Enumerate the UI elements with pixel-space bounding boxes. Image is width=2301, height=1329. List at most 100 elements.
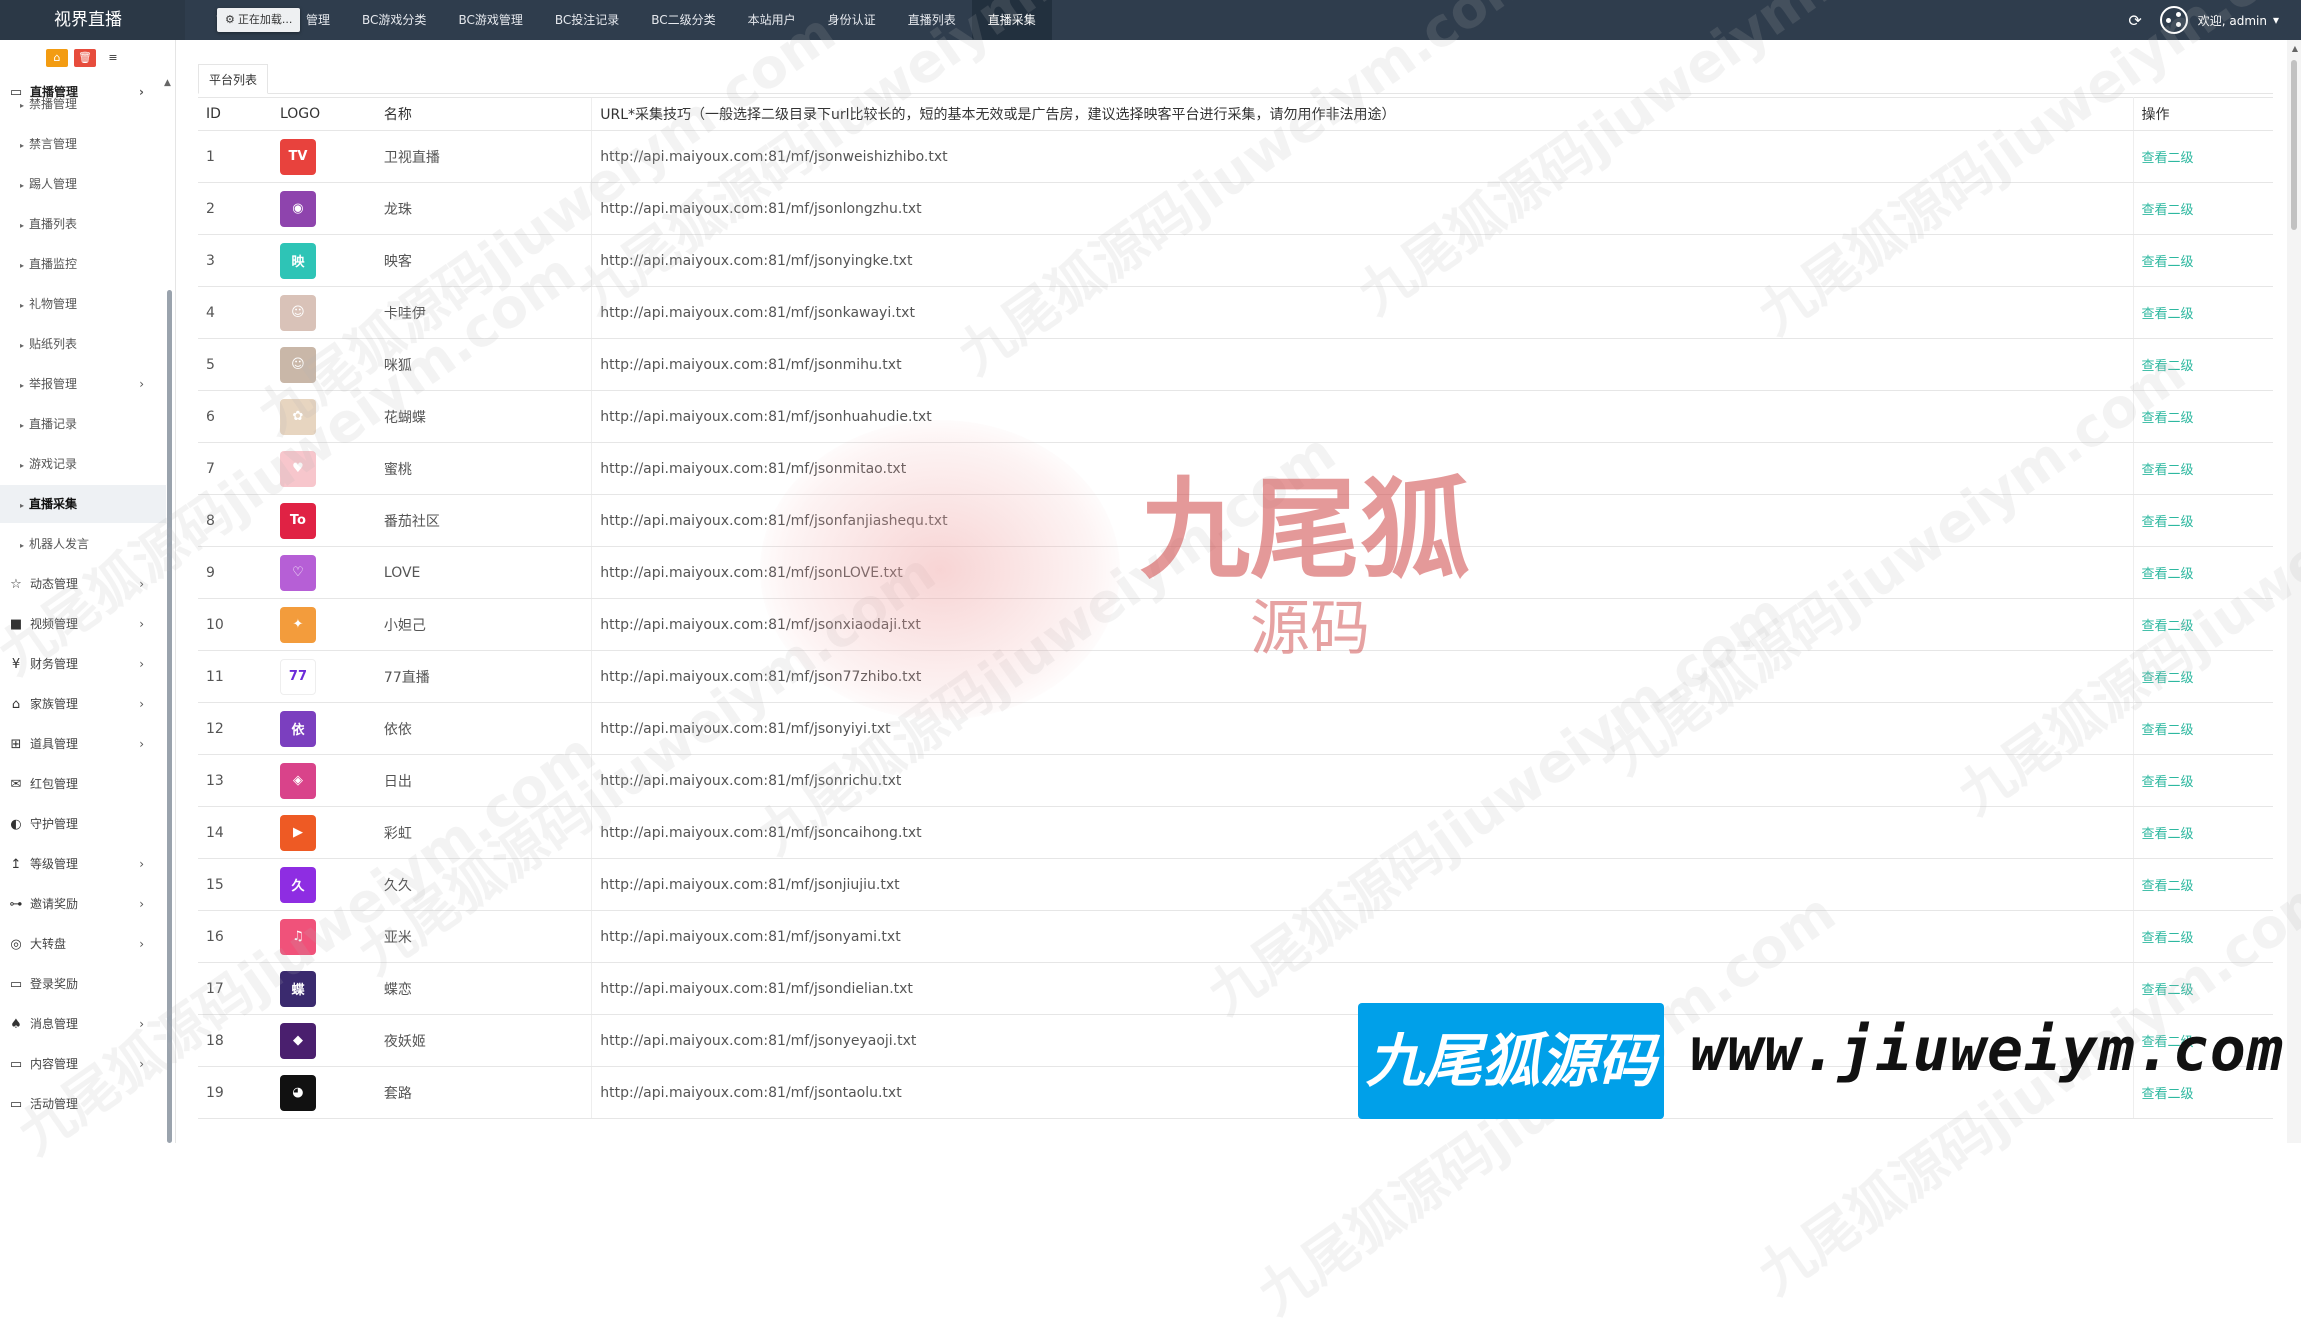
- sidebar-group[interactable]: ⊞ 道具管理 ›: [0, 725, 166, 763]
- cell-url: http://api.maiyoux.com:81/mf/jsoncaihong…: [591, 806, 2134, 859]
- cell-logo: ◆: [271, 1014, 376, 1067]
- sidebar-subitem[interactable]: 直播记录: [0, 405, 166, 443]
- sidebar-item-label: 等级管理: [30, 857, 79, 871]
- sidebar-subitem[interactable]: 机器人发言: [0, 525, 166, 563]
- view-secondary-link[interactable]: 查看二级: [2142, 359, 2194, 374]
- view-secondary-link[interactable]: 查看二级: [2142, 567, 2194, 582]
- sidebar-subitem[interactable]: 直播列表: [0, 205, 166, 243]
- app-title[interactable]: 视界直播: [0, 0, 185, 40]
- page-scrollbar-thumb[interactable]: [2291, 60, 2297, 230]
- sidebar-item-label: 禁播管理: [29, 97, 78, 111]
- sidebar-group[interactable]: ▭ 登录奖励: [0, 965, 166, 1003]
- group-icon: ♠: [10, 1017, 22, 1032]
- cell-name: 久久: [375, 858, 592, 911]
- nav-item[interactable]: BC游戏分类: [346, 0, 442, 40]
- sidebar-subitem[interactable]: 直播采集: [0, 485, 166, 523]
- sidebar-group[interactable]: ■ 视频管理 ›: [0, 605, 166, 643]
- user-avatar-icon[interactable]: [2159, 6, 2188, 34]
- delete-icon[interactable]: 🗑: [74, 49, 96, 67]
- view-secondary-link[interactable]: 查看二级: [2142, 931, 2194, 946]
- nav-item[interactable]: 直播列表: [892, 0, 972, 40]
- cell-op: 查看二级: [2133, 702, 2273, 755]
- sidebar-group[interactable]: ◎ 大转盘 ›: [0, 925, 166, 963]
- group-icon: ■: [9, 617, 23, 632]
- cell-op: 查看二级: [2133, 442, 2273, 495]
- group-icon: ¥: [11, 657, 21, 672]
- col-header-logo: LOGO: [271, 97, 376, 131]
- view-secondary-link[interactable]: 查看二级: [2142, 307, 2194, 322]
- platform-logo: ☺: [279, 346, 316, 383]
- nav-item[interactable]: 直播采集: [971, 0, 1052, 40]
- sidebar-item-label: 直播记录: [29, 417, 78, 431]
- view-secondary-link[interactable]: 查看二级: [2142, 983, 2194, 998]
- sidebar-group[interactable]: ▭ 内容管理 ›: [0, 1045, 166, 1083]
- sidebar-subitem[interactable]: 禁言管理: [0, 125, 166, 163]
- view-secondary-link[interactable]: 查看二级: [2142, 255, 2194, 270]
- sidebar-group[interactable]: ☆ 动态管理 ›: [0, 565, 166, 603]
- view-secondary-link[interactable]: 查看二级: [2142, 1087, 2194, 1102]
- group-icon: ▭: [9, 1097, 23, 1112]
- view-secondary-link[interactable]: 查看二级: [2142, 619, 2194, 634]
- sidebar-group[interactable]: ◐ 守护管理: [0, 805, 166, 843]
- nav-item[interactable]: BC游戏管理: [442, 0, 538, 40]
- cell-logo: 77: [271, 650, 376, 703]
- sidebar-group[interactable]: ▭ 活动管理: [0, 1085, 166, 1123]
- sidebar-group[interactable]: ↥ 等级管理 ›: [0, 845, 166, 883]
- nav-item[interactable]: 身份认证: [812, 0, 892, 40]
- cell-op: 查看二级: [2133, 650, 2273, 703]
- sidebar-subitem[interactable]: 直播监控: [0, 245, 166, 283]
- sidebar-group[interactable]: ⌂ 家族管理 ›: [0, 685, 166, 723]
- cell-logo: 映: [271, 234, 376, 287]
- sidebar-subitem[interactable]: 游戏记录: [0, 445, 166, 483]
- view-secondary-link[interactable]: 查看二级: [2142, 879, 2194, 894]
- cell-logo: ☺: [271, 286, 376, 339]
- view-secondary-link[interactable]: 查看二级: [2142, 775, 2194, 790]
- sidebar-subitem[interactable]: 举报管理 ›: [0, 365, 166, 403]
- scroll-up-icon[interactable]: ▲: [2292, 44, 2298, 53]
- sidebar-subitem[interactable]: 贴纸列表: [0, 325, 166, 363]
- view-secondary-link[interactable]: 查看二级: [2142, 723, 2194, 738]
- cell-logo: ♫: [271, 910, 376, 963]
- cell-url: http://api.maiyoux.com:81/mf/jsonLOVE.tx…: [591, 546, 2134, 599]
- view-secondary-link[interactable]: 查看二级: [2142, 411, 2194, 426]
- sidebar-item-label: 红包管理: [30, 777, 79, 791]
- table-row: 3 映 映客 http://api.maiyoux.com:81/mf/jsonyin…: [198, 234, 2273, 287]
- chevron-right-icon: ›: [139, 697, 144, 711]
- watermark-banner: 九尾狐源码: [1358, 1003, 1664, 1119]
- nav-item[interactable]: BC投注记录: [539, 0, 635, 40]
- sidebar-group[interactable]: ⊶ 邀请奖励 ›: [0, 885, 166, 923]
- cell-name: 卡哇伊: [375, 286, 592, 339]
- sidebar-group[interactable]: ♠ 消息管理 ›: [0, 1005, 166, 1043]
- group-icon: ⊞: [10, 737, 22, 752]
- view-secondary-link[interactable]: 查看二级: [2142, 515, 2194, 530]
- cell-name: 花蝴蝶: [375, 390, 592, 443]
- user-menu[interactable]: 欢迎, admin ▾: [2198, 12, 2279, 29]
- list-icon[interactable]: ≡: [102, 49, 124, 67]
- sidebar-scrollbar[interactable]: [167, 290, 172, 1143]
- spinner-icon: ⚙: [225, 13, 235, 26]
- table-row: 1 TV 卫视直播 http://api.maiyoux.com:81/mf/json…: [198, 130, 2273, 183]
- home-icon[interactable]: ⌂: [46, 49, 68, 67]
- sidebar-subitem[interactable]: 禁播管理: [0, 85, 166, 123]
- nav-item[interactable]: 本站用户: [732, 0, 812, 40]
- view-secondary-link[interactable]: 查看二级: [2142, 463, 2194, 478]
- cell-logo: 蝶: [271, 962, 376, 1015]
- view-secondary-link[interactable]: 查看二级: [2142, 151, 2194, 166]
- view-secondary-link[interactable]: 查看二级: [2142, 671, 2194, 686]
- cell-name: 龙珠: [375, 182, 592, 235]
- nav-item[interactable]: BC二级分类: [635, 0, 731, 40]
- sidebar-subitem[interactable]: 踢人管理: [0, 165, 166, 203]
- cell-id: 3: [198, 234, 272, 287]
- group-icon: ☆: [10, 577, 22, 592]
- sidebar-group[interactable]: ✉ 红包管理: [0, 765, 166, 803]
- cell-id: 18: [198, 1014, 272, 1067]
- sidebar-subitem[interactable]: 礼物管理: [0, 285, 166, 323]
- sidebar-group[interactable]: ¥ 财务管理 ›: [0, 645, 166, 683]
- sidebar-item-label: 活动管理: [30, 1097, 79, 1111]
- cell-id: 1: [198, 130, 272, 183]
- view-secondary-link[interactable]: 查看二级: [2142, 827, 2194, 842]
- refresh-icon[interactable]: ⟳: [2128, 11, 2141, 30]
- cell-url: http://api.maiyoux.com:81/mf/jsonweishiz…: [591, 130, 2134, 183]
- view-secondary-link[interactable]: 查看二级: [2142, 203, 2194, 218]
- tab-platform-list[interactable]: 平台列表: [198, 64, 269, 94]
